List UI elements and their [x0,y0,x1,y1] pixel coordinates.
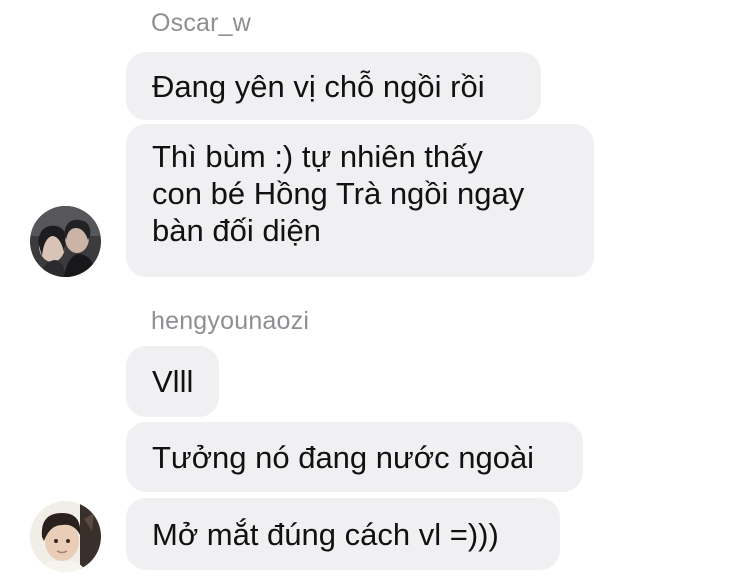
sender-avatar[interactable] [30,206,101,277]
sender-avatar[interactable] [30,501,101,572]
message-text: Vlll [152,364,194,399]
message-bubble[interactable]: Đang yên vị chỗ ngồi rồi [126,52,541,120]
message-bubble[interactable]: Thì bùm :) tự nhiên thấy con bé Hồng Trà… [126,124,594,277]
message-text-line: Thì bùm :) tự nhiên thấy [152,139,483,174]
message-text-line: con bé Hồng Trà ngồi ngay [152,176,525,211]
message-text: Đang yên vị chỗ ngồi rồi [152,68,485,104]
sender-name: hengyounaozi [151,307,310,335]
profile-photo-couple-icon [30,206,101,277]
message-bubble[interactable]: Vlll [126,346,219,417]
sender-name: Oscar_w [151,9,252,37]
message-bubble[interactable]: Mở mắt đúng cách vl =))) [126,498,560,570]
message-bubble[interactable]: Tưởng nó đang nước ngoài [126,422,583,492]
message-text: Tưởng nó đang nước ngoài [152,439,535,475]
message-text: Mở mắt đúng cách vl =))) [152,516,499,552]
message-text-line: bàn đối diện [152,213,321,248]
profile-photo-boy-icon [30,501,101,572]
